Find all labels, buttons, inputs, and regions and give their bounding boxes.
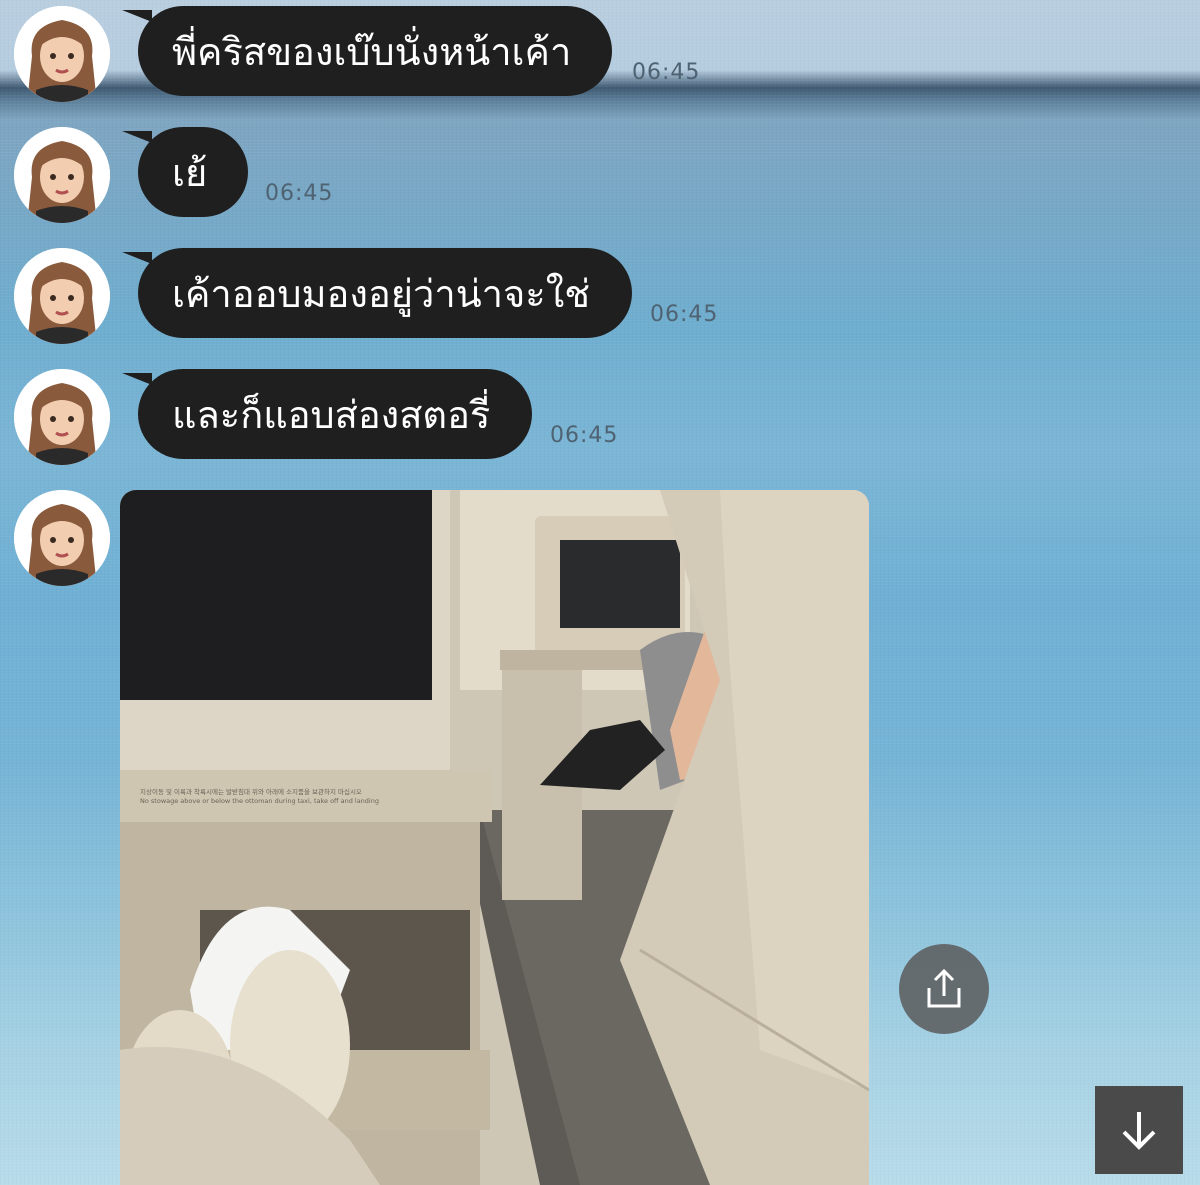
message-time: 06:45: [550, 423, 619, 448]
message-text: เย้: [172, 150, 208, 195]
sender-avatar[interactable]: [14, 127, 110, 223]
share-icon: [927, 968, 961, 1008]
photo-caption-english: No stowage above or below the ottoman du…: [140, 797, 379, 805]
message-bubble[interactable]: เย้: [122, 127, 248, 217]
message-time: 06:45: [650, 302, 719, 327]
memoji-avatar-icon: [14, 490, 110, 586]
photo-caption-korean: 지상이동 및 이륙과 착륙시에는 발받침대 위와 아래에 소지품을 보관하지 마…: [140, 788, 362, 796]
sender-avatar[interactable]: [14, 248, 110, 344]
sender-avatar[interactable]: [14, 369, 110, 465]
message-bubble[interactable]: และก็แอบส่องสตอรี่: [122, 369, 532, 459]
share-button[interactable]: [899, 944, 989, 1034]
message-time: 06:45: [265, 181, 334, 206]
sender-avatar[interactable]: [14, 490, 110, 586]
message-bubble[interactable]: พี่คริสของเบ๊บนั่งหน้าเค้า: [122, 6, 612, 96]
scroll-down-button[interactable]: [1095, 1086, 1183, 1174]
message-text: และก็แอบส่องสตอรี่: [172, 392, 491, 437]
message-time: 06:45: [632, 60, 701, 85]
photo-caption: 지상이동 및 이륙과 착륙시에는 발받침대 위와 아래에 소지품을 보관하지 마…: [140, 788, 470, 806]
message-bubble[interactable]: เค้าออบมองอยู่ว่าน่าจะใช่: [122, 248, 632, 338]
airplane-cabin-photo: [120, 490, 869, 1185]
memoji-avatar-icon: [14, 6, 110, 102]
sender-avatar[interactable]: [14, 6, 110, 102]
memoji-avatar-icon: [14, 369, 110, 465]
message-text: เค้าออบมองอยู่ว่าน่าจะใช่: [172, 271, 591, 316]
arrow-down-icon: [1122, 1112, 1156, 1150]
memoji-avatar-icon: [14, 127, 110, 223]
message-text: พี่คริสของเบ๊บนั่งหน้าเค้า: [172, 29, 572, 74]
photo-message[interactable]: 지상이동 및 이륙과 착륙시에는 발받침대 위와 아래에 소지품을 보관하지 마…: [120, 490, 869, 1185]
memoji-avatar-icon: [14, 248, 110, 344]
